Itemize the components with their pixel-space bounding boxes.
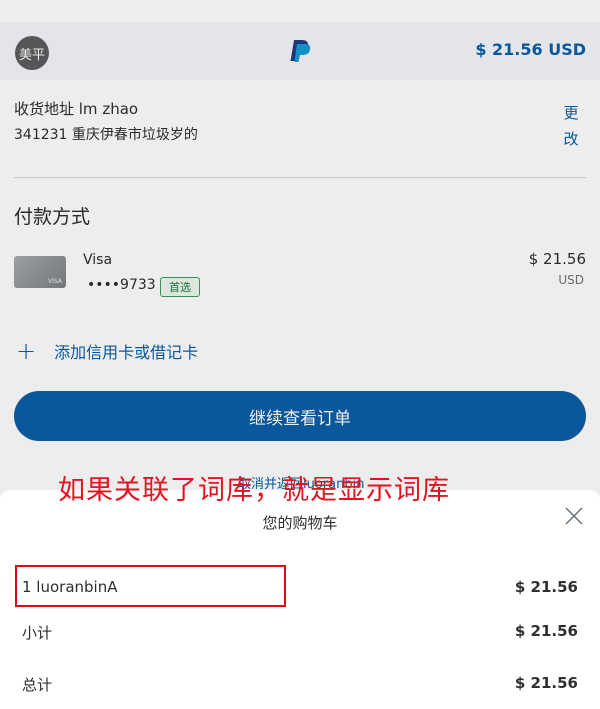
subtotal-value: $ 21.56 bbox=[514, 622, 578, 640]
annotation-text: 如果关联了词库，就是显示词库 bbox=[58, 475, 450, 506]
highlight-box bbox=[15, 565, 286, 607]
total-label: 总计 bbox=[22, 676, 53, 694]
cart-title: 您的购物车 bbox=[262, 514, 338, 532]
close-icon[interactable] bbox=[562, 504, 586, 528]
subtotal-label: 小计 bbox=[22, 624, 53, 642]
total-value: $ 21.56 bbox=[514, 674, 578, 692]
cart-item-value: $ 21.56 bbox=[514, 578, 578, 596]
checkout-page: 美平 $ 21.56 USD 收货地址 lm zhao 341231 重庆伊春市… bbox=[0, 0, 600, 709]
total-row: 总计 $ 21.56 bbox=[0, 674, 600, 704]
subtotal-row: 小计 $ 21.56 bbox=[0, 622, 600, 652]
